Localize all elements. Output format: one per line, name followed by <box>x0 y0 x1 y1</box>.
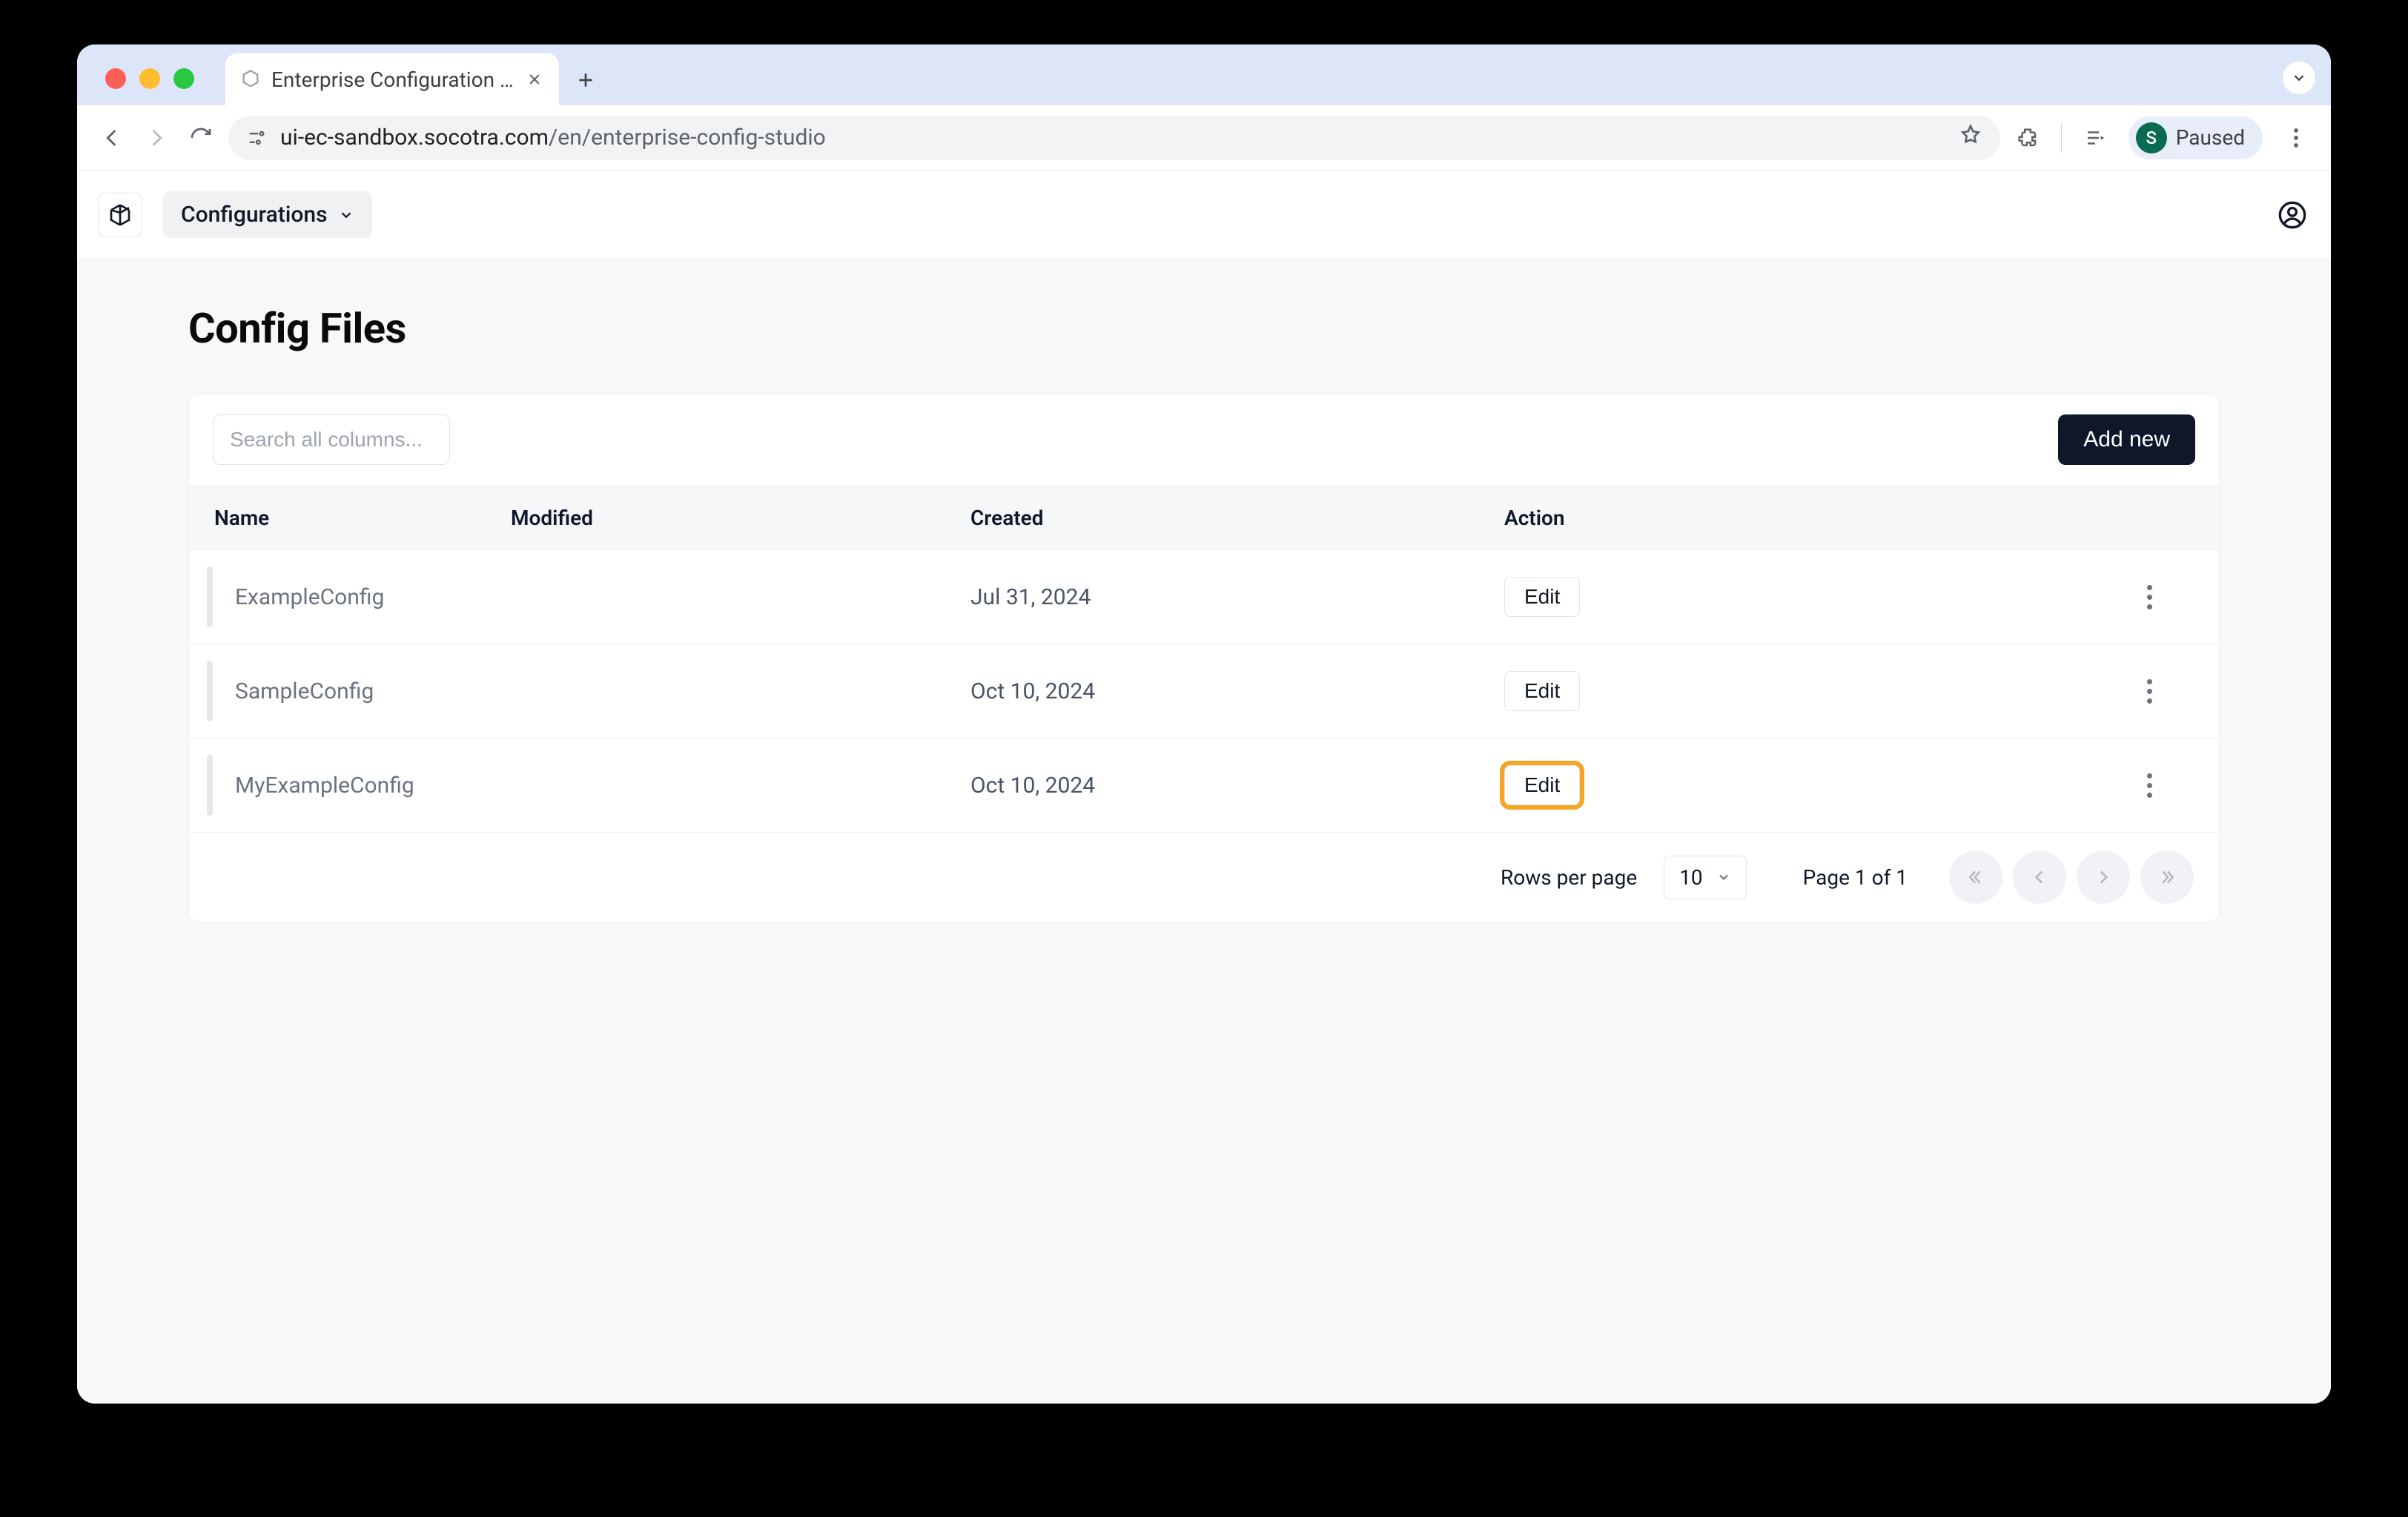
profile-status-pill[interactable]: S Paused <box>2128 116 2263 159</box>
app-logo[interactable] <box>98 193 142 237</box>
chevron-down-icon <box>338 207 354 223</box>
last-page-button[interactable] <box>2140 850 2194 904</box>
card-toolbar: Add new <box>189 394 2219 486</box>
user-account-icon[interactable] <box>2275 197 2310 233</box>
profile-avatar: S <box>2136 122 2167 153</box>
rows-per-page-select[interactable]: 10 <box>1664 856 1746 899</box>
browser-menu-button[interactable] <box>2279 121 2313 155</box>
window-close-button[interactable] <box>105 68 126 89</box>
page-info: Page 1 of 1 <box>1803 865 1908 890</box>
row-indicator <box>207 661 213 721</box>
search-input[interactable] <box>213 414 450 465</box>
more-vertical-icon <box>2138 679 2160 704</box>
config-table-card: Add new Name Modified Created Action Exa… <box>188 393 2220 922</box>
col-modified: Modified <box>511 506 970 530</box>
more-vertical-icon <box>2138 585 2160 609</box>
edit-button[interactable]: Edit <box>1504 577 1580 617</box>
address-bar[interactable]: ui-ec-sandbox.socotra.com/en/enterprise-… <box>228 116 2000 160</box>
bookmark-star-icon[interactable] <box>1959 123 1982 153</box>
cell-created: Oct 10, 2024 <box>970 678 1504 704</box>
address-url: ui-ec-sandbox.socotra.com/en/enterprise-… <box>280 125 1945 151</box>
app-header: Configurations <box>77 171 2331 260</box>
app-root: Configurations Config Files Add new Name… <box>77 171 2331 1404</box>
cell-name: SampleConfig <box>214 678 511 704</box>
row-indicator <box>207 755 213 816</box>
cell-created: Jul 31, 2024 <box>970 584 1504 610</box>
forward-button[interactable] <box>139 121 173 155</box>
tab-favicon <box>240 69 261 90</box>
row-more-button[interactable] <box>2105 773 2194 798</box>
table-body: ExampleConfigJul 31, 2024EditSampleConfi… <box>189 550 2219 832</box>
row-indicator <box>207 566 213 627</box>
profile-status-label: Paused <box>2176 125 2245 150</box>
table-row: MyExampleConfig Oct 10, 2024Edit <box>189 738 2219 832</box>
reload-button[interactable] <box>184 121 218 155</box>
row-more-button[interactable] <box>2105 585 2194 609</box>
row-more-button[interactable] <box>2105 679 2194 704</box>
tab-strip: Enterprise Configuration Stud… <box>77 44 2331 105</box>
back-button[interactable] <box>95 121 129 155</box>
col-more <box>2105 506 2194 530</box>
cell-action: Edit <box>1504 765 2105 805</box>
window-controls <box>105 68 194 89</box>
add-new-button[interactable]: Add new <box>2058 414 2195 465</box>
cell-action: Edit <box>1504 671 2105 711</box>
page: Config Files Add new Name Modified Creat… <box>77 260 2331 967</box>
browser-tab[interactable]: Enterprise Configuration Stud… <box>225 53 559 105</box>
tab-title: Enterprise Configuration Stud… <box>271 67 515 92</box>
configurations-menu[interactable]: Configurations <box>163 191 372 238</box>
page-title: Config Files <box>188 304 2220 353</box>
pager <box>1949 850 2194 904</box>
tab-close-button[interactable] <box>525 70 544 89</box>
chevron-down-icon <box>1716 870 1731 885</box>
col-action: Action <box>1504 506 2105 530</box>
col-name: Name <box>214 506 511 530</box>
window-zoom-button[interactable] <box>173 68 194 89</box>
cell-name: ExampleConfig <box>214 584 511 610</box>
rows-per-page-value: 10 <box>1679 865 1702 890</box>
table-row: ExampleConfig Jul 31, 2024Edit <box>189 550 2219 644</box>
browser-toolbar: ui-ec-sandbox.socotra.com/en/enterprise-… <box>77 105 2331 171</box>
edit-button[interactable]: Edit <box>1504 765 1580 805</box>
window-minimize-button[interactable] <box>139 68 160 89</box>
next-page-button[interactable] <box>2077 850 2130 904</box>
url-path: /en/enterprise-config-studio <box>549 125 826 151</box>
cell-created: Oct 10, 2024 <box>970 773 1504 799</box>
rows-per-page-label: Rows per page <box>1501 865 1637 890</box>
table-footer: Rows per page 10 Page 1 of 1 <box>189 832 2219 922</box>
site-settings-icon[interactable] <box>246 128 267 148</box>
cell-name: MyExampleConfig <box>214 773 511 799</box>
extensions-icon[interactable] <box>2011 121 2045 155</box>
browser-window: Enterprise Configuration Stud… <box>77 44 2331 1404</box>
table-row: SampleConfig Oct 10, 2024Edit <box>189 644 2219 738</box>
toolbar-divider <box>2061 123 2062 153</box>
new-tab-button[interactable] <box>571 65 601 95</box>
prev-page-button[interactable] <box>2013 850 2066 904</box>
more-vertical-icon <box>2138 773 2160 798</box>
col-created: Created <box>970 506 1504 530</box>
url-host: ui-ec-sandbox.socotra.com <box>280 125 549 151</box>
table-header: Name Modified Created Action <box>189 486 2219 550</box>
tabs-overflow-button[interactable] <box>2282 61 2316 95</box>
configurations-menu-label: Configurations <box>181 202 328 228</box>
first-page-button[interactable] <box>1949 850 2002 904</box>
edit-button[interactable]: Edit <box>1504 671 1580 711</box>
cell-action: Edit <box>1504 577 2105 617</box>
media-control-icon[interactable] <box>2078 121 2112 155</box>
